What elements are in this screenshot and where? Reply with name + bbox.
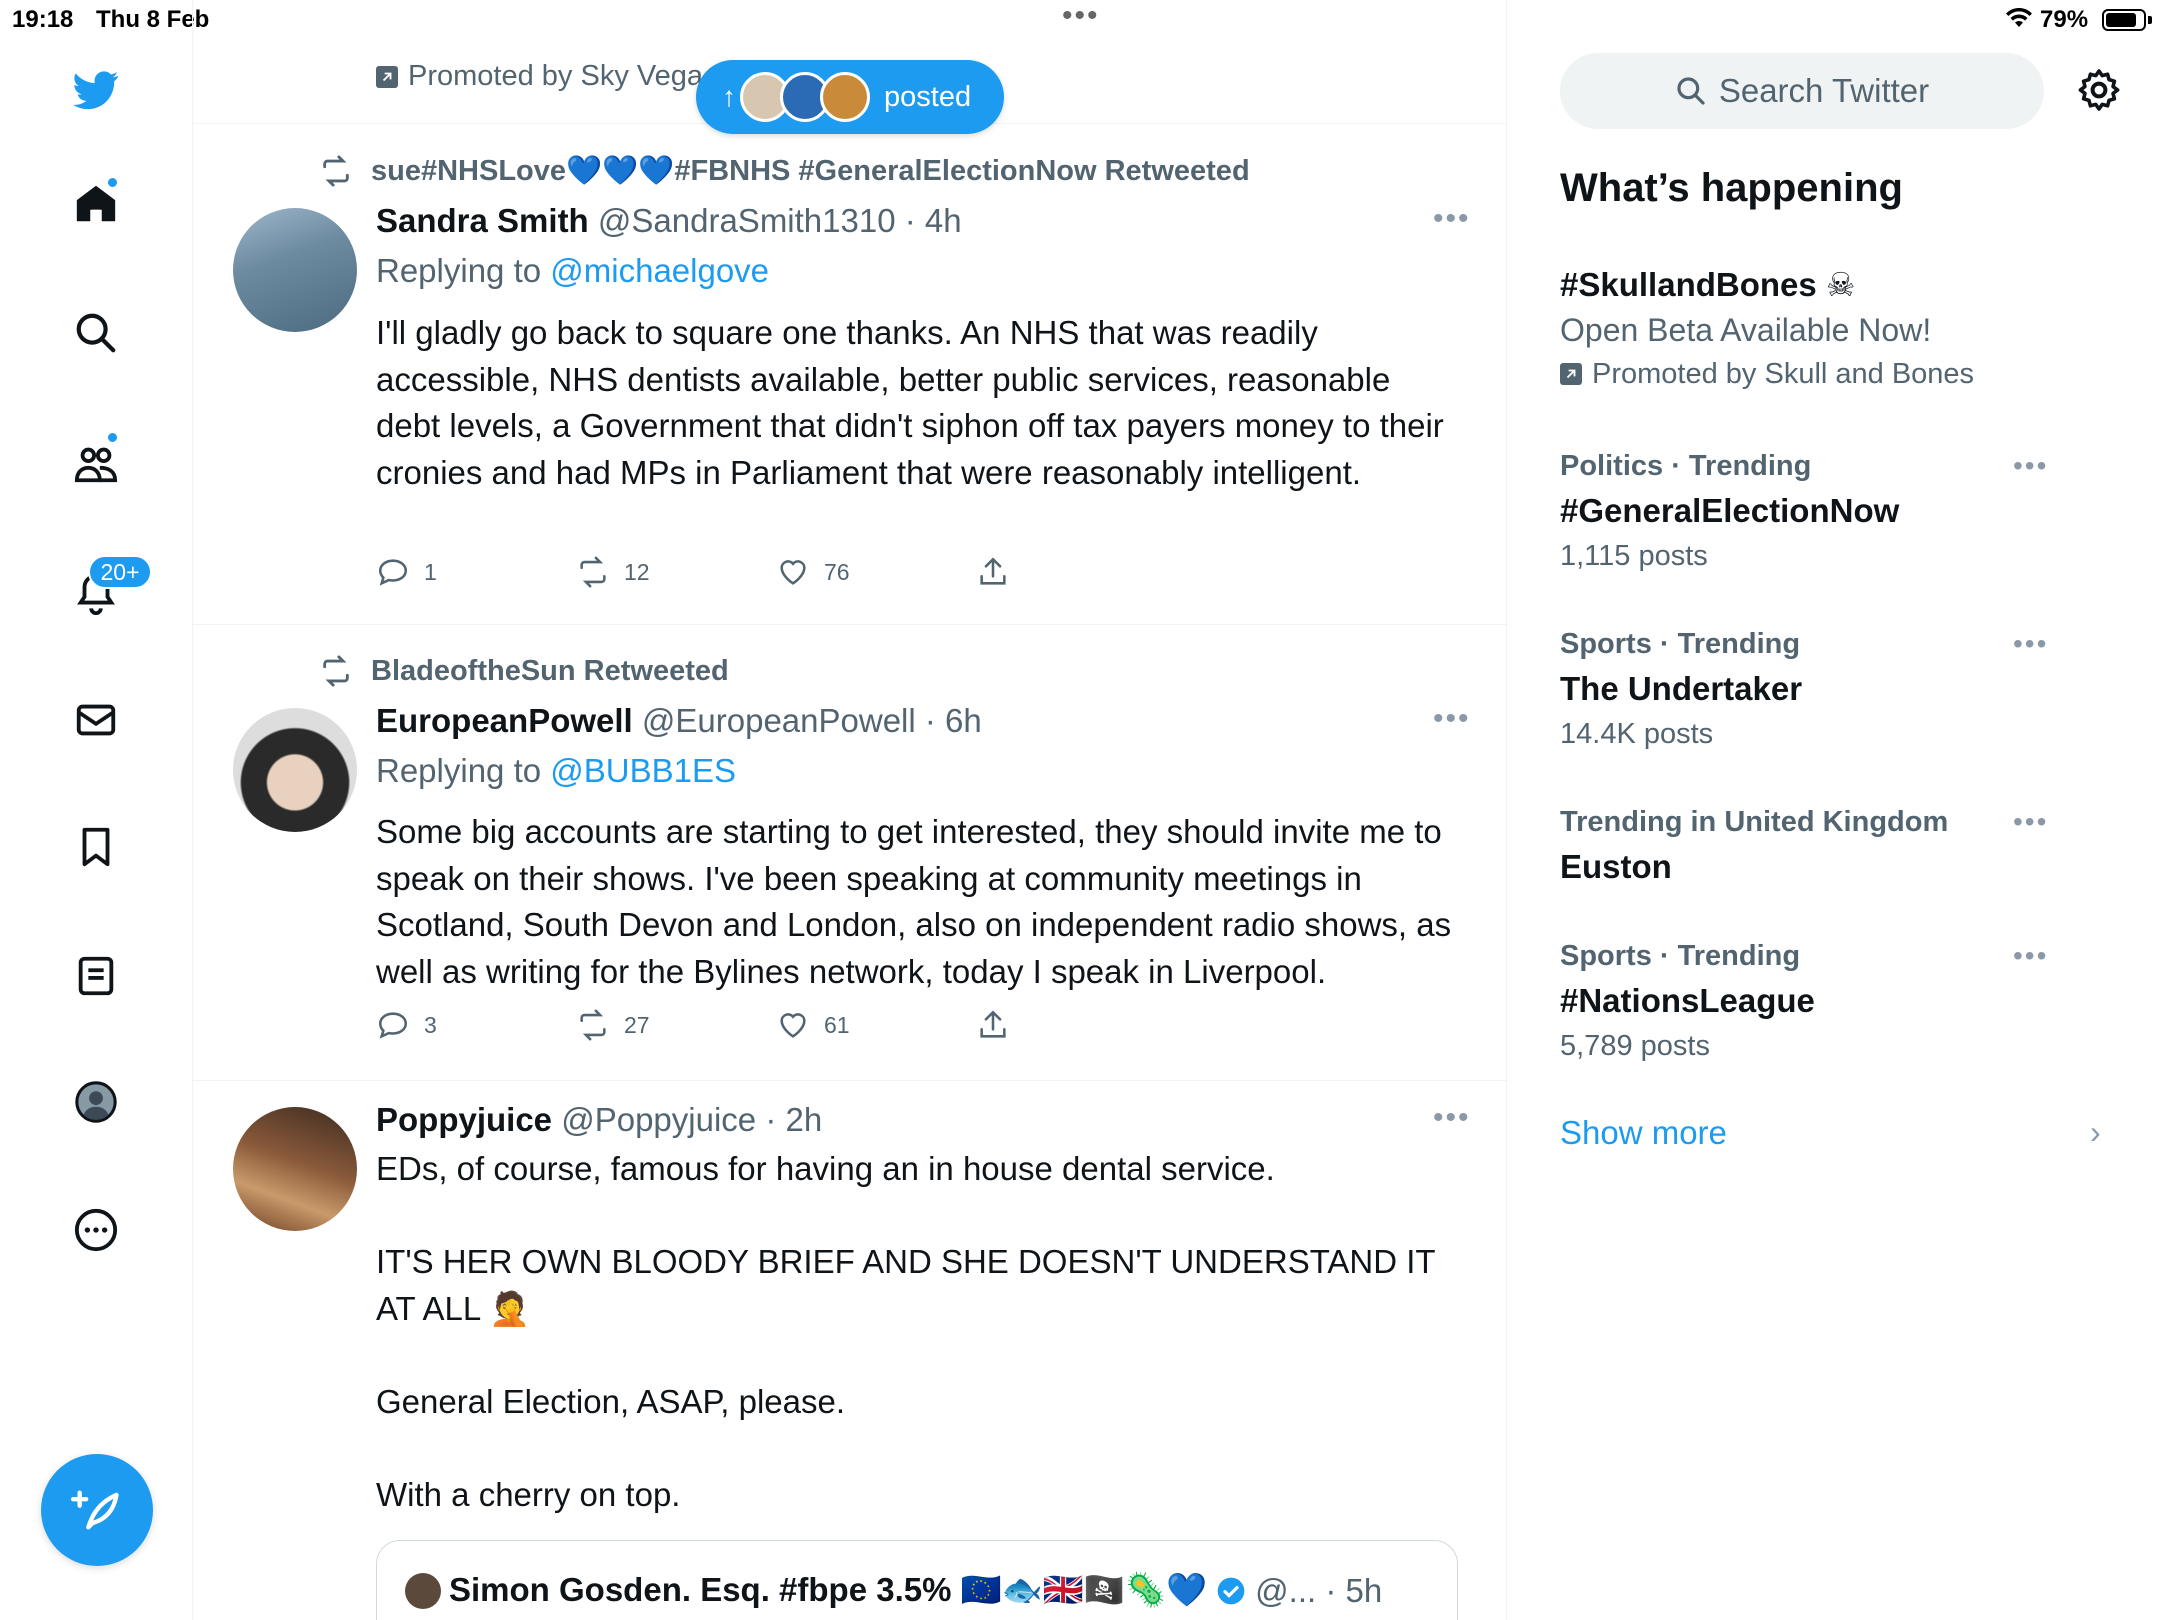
- tweet-header: EuropeanPowell @EuropeanPowell · 6h: [376, 702, 982, 740]
- notifications-count-badge: 20+: [88, 555, 152, 589]
- tweet-header: Poppyjuice @Poppyjuice · 2h: [376, 1101, 822, 1139]
- share-button[interactable]: [976, 1008, 1010, 1042]
- right-column: Search Twitter What’s happening #Skullan…: [1507, 0, 2160, 1620]
- show-more-link[interactable]: Show more: [1560, 1114, 1727, 1152]
- author-name[interactable]: Sandra Smith: [376, 202, 589, 239]
- tweet-more-icon[interactable]: •••: [1433, 202, 1471, 236]
- like-button[interactable]: 61: [776, 1008, 850, 1042]
- compose-tweet-button[interactable]: [41, 1454, 153, 1566]
- whats-happening-title: What’s happening: [1560, 166, 1903, 210]
- left-sidebar: 20+: [0, 0, 193, 1620]
- retweet-button[interactable]: 12: [576, 555, 650, 589]
- new-posts-label: posted: [884, 80, 972, 113]
- trend-count: 1,115 posts: [1560, 540, 1708, 572]
- trend-name: #GeneralElectionNow: [1560, 492, 1900, 529]
- quoted-author-name: Simon Gosden. Esq. #fbpe 3.5% 🇪🇺🐟🇬🇧🏴‍☠️🦠…: [449, 1571, 1208, 1608]
- replying-to: Replying to @BUBB1ES: [376, 752, 737, 789]
- retweet-context: BladeoftheSun Retweeted: [319, 654, 729, 688]
- new-posts-pill[interactable]: ↑ posted: [696, 60, 1004, 134]
- reply-button[interactable]: 3: [376, 1008, 437, 1042]
- home-icon[interactable]: [66, 174, 126, 234]
- promoted-label: Promoted by Sky Vega: [376, 60, 703, 93]
- trend-more-icon[interactable]: •••: [2013, 628, 2048, 660]
- search-icon[interactable]: [66, 303, 126, 363]
- trend-subtitle: Open Beta Available Now!: [1560, 312, 1932, 348]
- communities-icon[interactable]: [66, 431, 126, 493]
- chevron-right-icon: ›: [2090, 1114, 2101, 1150]
- twitter-logo-icon[interactable]: [66, 60, 126, 120]
- promoted-trend[interactable]: #SkullandBones ☠ Open Beta Available Now…: [1560, 262, 2120, 396]
- arrow-up-icon: ↑: [722, 81, 736, 112]
- tweet-text: Some big accounts are starting to get in…: [376, 813, 1461, 990]
- communities-new-dot: [106, 431, 119, 444]
- search-icon: [1677, 77, 1705, 105]
- avatar: [820, 72, 870, 122]
- tweet-more-icon[interactable]: •••: [1433, 702, 1471, 736]
- trend-count: 5,789 posts: [1560, 1030, 1710, 1062]
- reply-icon: [378, 559, 408, 586]
- mention-link[interactable]: @michaelgove: [550, 252, 769, 289]
- tweet-header: Sandra Smith @SandraSmith1310 · 4h: [376, 202, 962, 240]
- author-handle[interactable]: @SandraSmith1310 · 4h: [598, 202, 962, 239]
- quoted-author-handle: @... · 5h: [1255, 1571, 1383, 1609]
- retweet-icon: [580, 1009, 606, 1041]
- avatar[interactable]: [233, 208, 357, 332]
- home-new-dot: [106, 176, 119, 189]
- search-input[interactable]: Search Twitter: [1560, 53, 2044, 129]
- retweet-icon: [323, 155, 349, 187]
- author-handle[interactable]: @EuropeanPowell · 6h: [642, 702, 982, 739]
- author-name[interactable]: EuropeanPowell: [376, 702, 633, 739]
- trend-name: #SkullandBones ☠: [1560, 266, 1856, 303]
- promoted-icon: [376, 65, 398, 88]
- trend-more-icon[interactable]: •••: [2013, 940, 2048, 972]
- quoted-tweet[interactable]: Simon Gosden. Esq. #fbpe 3.5% 🇪🇺🐟🇬🇧🏴‍☠️🦠…: [376, 1540, 1458, 1620]
- reply-button[interactable]: 1: [376, 555, 437, 589]
- trend-name: Euston: [1560, 848, 1672, 885]
- search-placeholder: Search Twitter: [1718, 72, 1930, 109]
- author-handle[interactable]: @Poppyjuice · 2h: [561, 1101, 822, 1138]
- share-icon: [980, 557, 1006, 585]
- like-button[interactable]: 76: [776, 555, 850, 589]
- tweet-more-icon[interactable]: •••: [1433, 1101, 1471, 1135]
- trend-more-icon[interactable]: •••: [2013, 450, 2048, 482]
- avatar: [405, 1572, 441, 1609]
- share-button[interactable]: [976, 555, 1010, 589]
- tweet-actions: 1 12 76: [376, 555, 1276, 595]
- lists-icon[interactable]: [66, 946, 126, 1006]
- verified-badge-icon: [1217, 1577, 1245, 1604]
- avatar[interactable]: [233, 1107, 357, 1231]
- tweet[interactable]: BladeoftheSun Retweeted EuropeanPowell @…: [193, 626, 1506, 1081]
- tweet[interactable]: sue#NHSLove💙💙💙#FBNHS #GeneralElectionNow…: [193, 124, 1506, 625]
- share-icon: [980, 1010, 1006, 1038]
- replying-to: Replying to @michaelgove: [376, 252, 770, 289]
- bookmarks-icon[interactable]: [66, 817, 126, 877]
- mention-link[interactable]: @BUBB1ES: [550, 752, 736, 789]
- tweet-text: EDs, of course, famous for having an in …: [376, 1150, 1435, 1513]
- tweet-actions: 3 27 61: [376, 1008, 1276, 1048]
- compose-feather-icon: [71, 1490, 119, 1530]
- retweet-context: sue#NHSLove💙💙💙#FBNHS #GeneralElectionNow…: [319, 154, 1250, 188]
- trend-name: #NationsLeague: [1560, 982, 1815, 1019]
- heart-icon: [780, 560, 806, 585]
- retweet-icon: [323, 655, 349, 687]
- trend-name: The Undertaker: [1560, 670, 1803, 707]
- promoted-icon: [1560, 363, 1582, 385]
- timeline[interactable]: Promoted by Sky Vega ↑ posted sue#NHSLov…: [193, 0, 1507, 1620]
- profile-icon[interactable]: [66, 1072, 126, 1132]
- gear-icon[interactable]: [2075, 66, 2123, 114]
- retweet-button[interactable]: 27: [576, 1008, 650, 1042]
- messages-icon[interactable]: [66, 690, 126, 750]
- quoted-tweet-header: Simon Gosden. Esq. #fbpe 3.5% 🇪🇺🐟🇬🇧🏴‍☠️🦠…: [405, 1571, 1382, 1610]
- more-icon[interactable]: [66, 1200, 126, 1260]
- tweet-text: I'll gladly go back to square one thanks…: [376, 314, 1453, 491]
- promoted-label: Promoted by Skull and Bones: [1560, 352, 2120, 396]
- heart-icon: [780, 1013, 806, 1038]
- avatar[interactable]: [233, 708, 357, 832]
- author-name[interactable]: Poppyjuice: [376, 1101, 552, 1138]
- reply-icon: [378, 1012, 408, 1039]
- trend-more-icon[interactable]: •••: [2013, 806, 2048, 838]
- trend-count: 14.4K posts: [1560, 718, 1714, 750]
- retweet-icon: [580, 556, 606, 588]
